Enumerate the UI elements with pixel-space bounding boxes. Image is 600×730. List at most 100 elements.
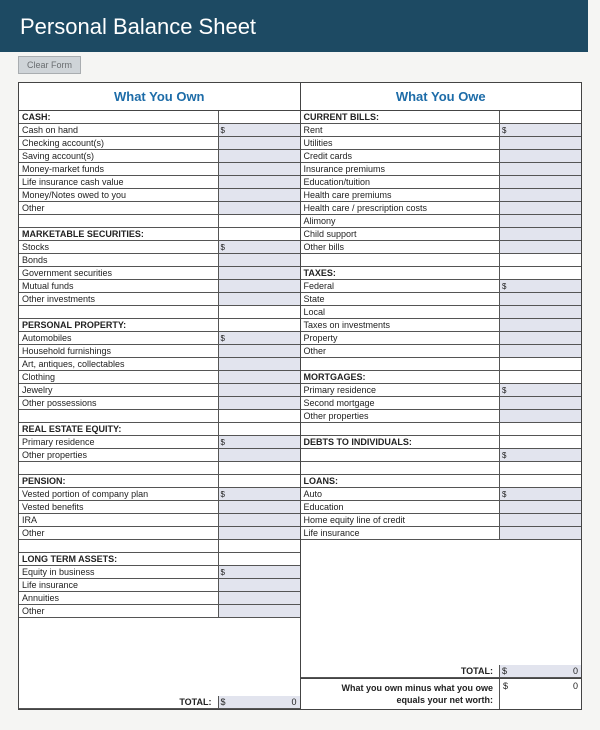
blank-row bbox=[19, 306, 300, 319]
line-item-label: Insurance premiums bbox=[301, 163, 500, 175]
line-item-input[interactable] bbox=[218, 527, 300, 539]
line-item-label: Life insurance bbox=[301, 527, 500, 539]
line-item: Health care / prescription costs bbox=[301, 202, 582, 215]
line-item: Other bbox=[301, 345, 582, 358]
line-item-input[interactable] bbox=[499, 345, 581, 357]
line-item-label: Vested portion of company plan bbox=[19, 488, 218, 500]
line-item-label: Federal bbox=[301, 280, 500, 292]
line-item-input[interactable] bbox=[218, 579, 300, 591]
line-item-input[interactable] bbox=[499, 384, 581, 396]
line-item-input[interactable] bbox=[218, 345, 300, 357]
line-item-label: Other investments bbox=[19, 293, 218, 305]
line-item-input[interactable] bbox=[218, 449, 300, 461]
line-item-input[interactable] bbox=[499, 280, 581, 292]
line-item: Art, antiques, collectables bbox=[19, 358, 300, 371]
column-own-header: What You Own bbox=[19, 83, 300, 111]
line-item: Alimony bbox=[301, 215, 582, 228]
line-item: Primary residence bbox=[301, 384, 582, 397]
line-item-input[interactable] bbox=[218, 514, 300, 526]
line-item: Other bills bbox=[301, 241, 582, 254]
line-item-input[interactable] bbox=[499, 241, 581, 253]
line-item-input[interactable] bbox=[218, 397, 300, 409]
line-item-input[interactable] bbox=[499, 514, 581, 526]
line-item: Cash on hand bbox=[19, 124, 300, 137]
line-item-input[interactable] bbox=[499, 410, 581, 422]
line-item-label: Primary residence bbox=[301, 384, 500, 396]
line-item-label: Other bbox=[301, 345, 500, 357]
line-item-input[interactable] bbox=[499, 293, 581, 305]
line-item-input[interactable] bbox=[218, 150, 300, 162]
line-item-input[interactable] bbox=[218, 488, 300, 500]
line-item-label: IRA bbox=[19, 514, 218, 526]
line-item-input[interactable] bbox=[218, 267, 300, 279]
line-item: Rent bbox=[301, 124, 582, 137]
total-row: TOTAL:$0 bbox=[19, 696, 300, 709]
balance-sheet: What You Own CASH:Cash on handChecking a… bbox=[18, 82, 582, 710]
line-item: Automobiles bbox=[19, 332, 300, 345]
line-item: Other properties bbox=[301, 410, 582, 423]
line-item-input[interactable] bbox=[218, 332, 300, 344]
section-header: TAXES: bbox=[301, 267, 582, 280]
line-item-label: Health care / prescription costs bbox=[301, 202, 500, 214]
section-header: MORTGAGES: bbox=[301, 371, 582, 384]
line-item-input[interactable] bbox=[499, 137, 581, 149]
line-item-input[interactable] bbox=[218, 293, 300, 305]
line-item-input[interactable] bbox=[218, 358, 300, 370]
line-item: Credit cards bbox=[301, 150, 582, 163]
line-item: Taxes on investments bbox=[301, 319, 582, 332]
line-item: Insurance premiums bbox=[301, 163, 582, 176]
line-item-input[interactable] bbox=[499, 202, 581, 214]
line-item: State bbox=[301, 293, 582, 306]
line-item-input[interactable] bbox=[499, 527, 581, 539]
line-item-input[interactable] bbox=[218, 501, 300, 513]
total-row: TOTAL:$0 bbox=[301, 665, 582, 678]
line-item-input[interactable] bbox=[499, 215, 581, 227]
line-item-label: Property bbox=[301, 332, 500, 344]
line-item: Mutual funds bbox=[19, 280, 300, 293]
line-item-input[interactable] bbox=[499, 176, 581, 188]
line-item-label: Credit cards bbox=[301, 150, 500, 162]
line-item-input[interactable] bbox=[218, 241, 300, 253]
line-item-input[interactable] bbox=[499, 306, 581, 318]
line-item-input[interactable] bbox=[218, 202, 300, 214]
line-item-input[interactable] bbox=[218, 436, 300, 448]
line-item-input[interactable] bbox=[499, 449, 581, 461]
line-item: Auto bbox=[301, 488, 582, 501]
line-item-input[interactable] bbox=[499, 163, 581, 175]
line-item-input[interactable] bbox=[218, 254, 300, 266]
line-item-input[interactable] bbox=[499, 319, 581, 331]
line-item-input[interactable] bbox=[218, 384, 300, 396]
line-item: Other investments bbox=[19, 293, 300, 306]
line-item-label: Money-market funds bbox=[19, 163, 218, 175]
line-item-input[interactable] bbox=[218, 189, 300, 201]
clear-form-button[interactable]: Clear Form bbox=[18, 56, 81, 74]
line-item-input[interactable] bbox=[499, 332, 581, 344]
line-item-label: Other properties bbox=[301, 410, 500, 422]
line-item-input[interactable] bbox=[499, 501, 581, 513]
line-item-input[interactable] bbox=[499, 124, 581, 136]
line-item: Child support bbox=[301, 228, 582, 241]
line-item: Second mortgage bbox=[301, 397, 582, 410]
blank-row bbox=[301, 254, 582, 267]
line-item-input[interactable] bbox=[218, 124, 300, 136]
line-item: Utilities bbox=[301, 137, 582, 150]
line-item-input[interactable] bbox=[218, 605, 300, 617]
line-item: Primary residence bbox=[19, 436, 300, 449]
line-item-label: Home equity line of credit bbox=[301, 514, 500, 526]
line-item-input[interactable] bbox=[499, 397, 581, 409]
line-item-input[interactable] bbox=[218, 592, 300, 604]
line-item-input[interactable] bbox=[499, 228, 581, 240]
line-item-label: Primary residence bbox=[19, 436, 218, 448]
line-item-input[interactable] bbox=[218, 137, 300, 149]
line-item-input[interactable] bbox=[218, 566, 300, 578]
line-item-input[interactable] bbox=[499, 488, 581, 500]
line-item-input[interactable] bbox=[218, 176, 300, 188]
line-item-label: Mutual funds bbox=[19, 280, 218, 292]
section-header: CASH: bbox=[19, 111, 300, 124]
line-item-input[interactable] bbox=[218, 280, 300, 292]
line-item-input[interactable] bbox=[218, 371, 300, 383]
line-item-input[interactable] bbox=[499, 150, 581, 162]
section-header: PERSONAL PROPERTY: bbox=[19, 319, 300, 332]
line-item-input[interactable] bbox=[499, 189, 581, 201]
line-item-input[interactable] bbox=[218, 163, 300, 175]
